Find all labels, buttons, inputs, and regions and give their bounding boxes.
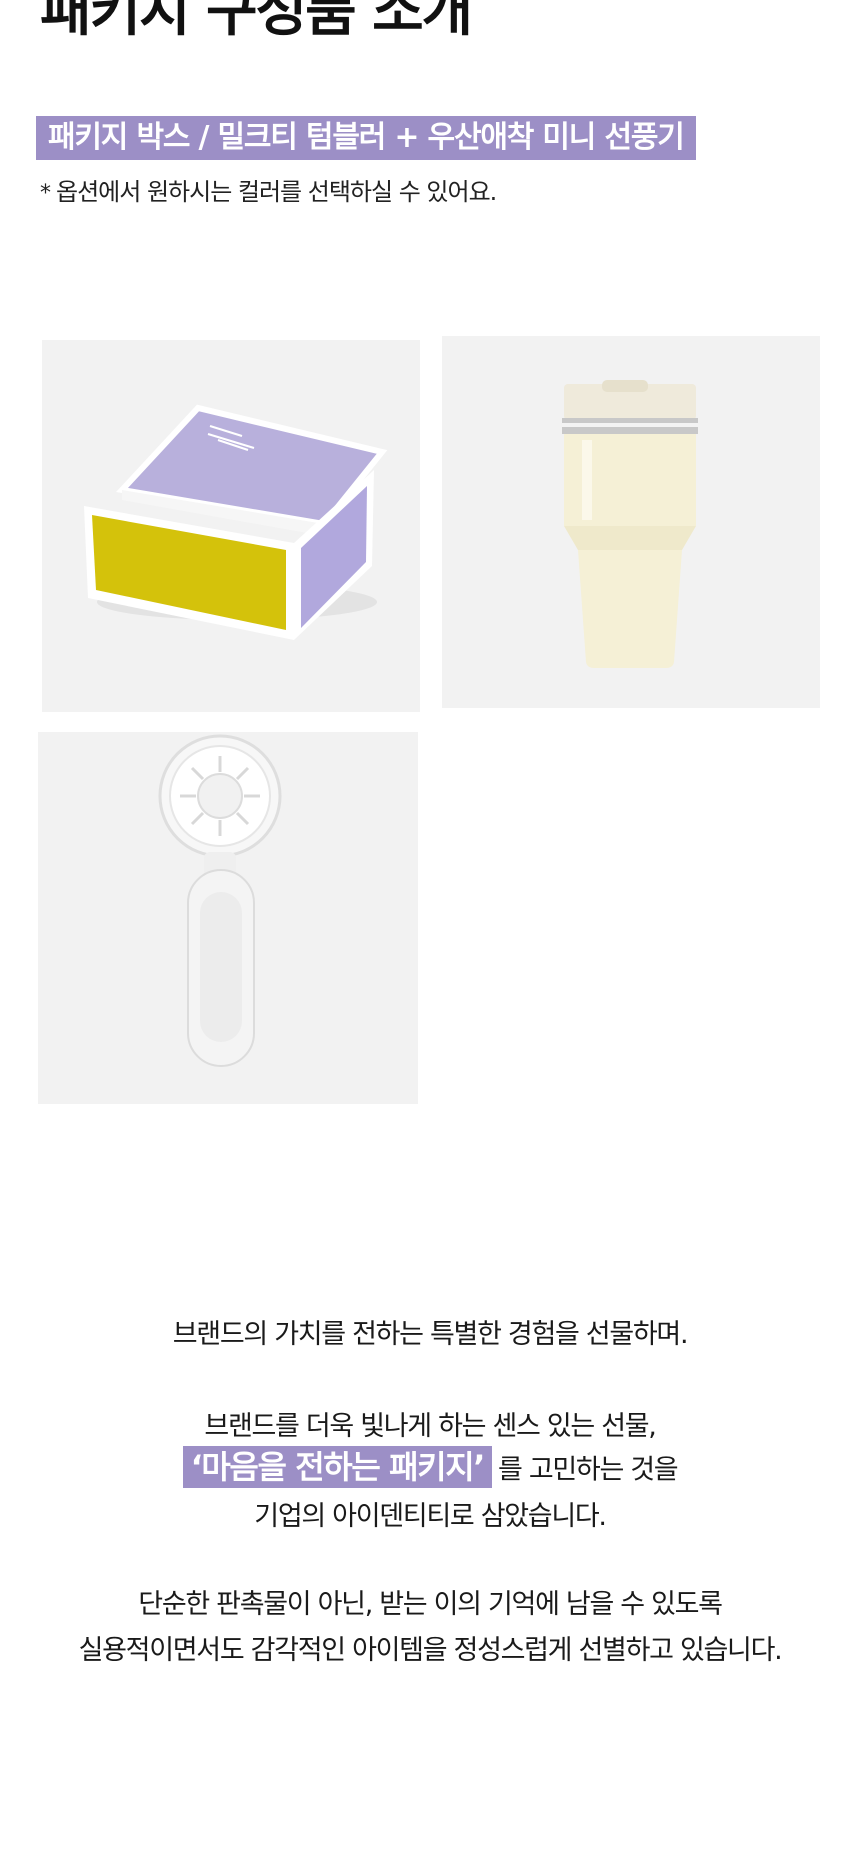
note-asterisk: * — [40, 181, 51, 206]
product-card-gift-box — [42, 340, 420, 712]
copy-line-5: 단순한 판촉물이 아닌, 받는 이의 기억에 남을 수 있도록 — [138, 1589, 723, 1620]
product-card-mini-fan — [38, 732, 418, 1104]
copy-line-3-rest: 를 고민하는 것을 — [498, 1454, 679, 1486]
product-card-tumbler — [442, 336, 820, 708]
highlight-package-phrase: ‘마음을 전하는 패키지’ — [182, 1446, 492, 1488]
copy-line-6: 실용적이면서도 감각적인 아이템을 정성스럽게 선별하고 있습니다. — [78, 1635, 783, 1666]
section-title: 패키지 구성품 소개 — [40, 0, 473, 44]
copy-line-1: 브랜드의 가치를 전하는 특별한 경험을 선물하며. — [172, 1319, 689, 1350]
package-contents-label: 패키지 박스 / 밀크티 텀블러 + 우산애착 미니 선풍기 — [36, 116, 696, 160]
option-note-text: 옵션에서 원하시는 컬러를 선택하실 수 있어요. — [56, 178, 497, 206]
copy-line-2: 브랜드를 더욱 빛나게 하는 센스 있는 선물, — [204, 1411, 656, 1442]
gift-box-image — [84, 404, 388, 640]
copy-line-3: ‘마음을 전하는 패키지’ 를 고민하는 것을 — [0, 1446, 860, 1488]
tumbler-image — [562, 380, 698, 668]
copy-line-4: 기업의 아이덴티티로 삼았습니다. — [254, 1501, 607, 1532]
option-note: * 옵션에서 원하시는 컬러를 선택하실 수 있어요. — [40, 172, 497, 207]
mini-fan-image — [158, 734, 282, 1067]
